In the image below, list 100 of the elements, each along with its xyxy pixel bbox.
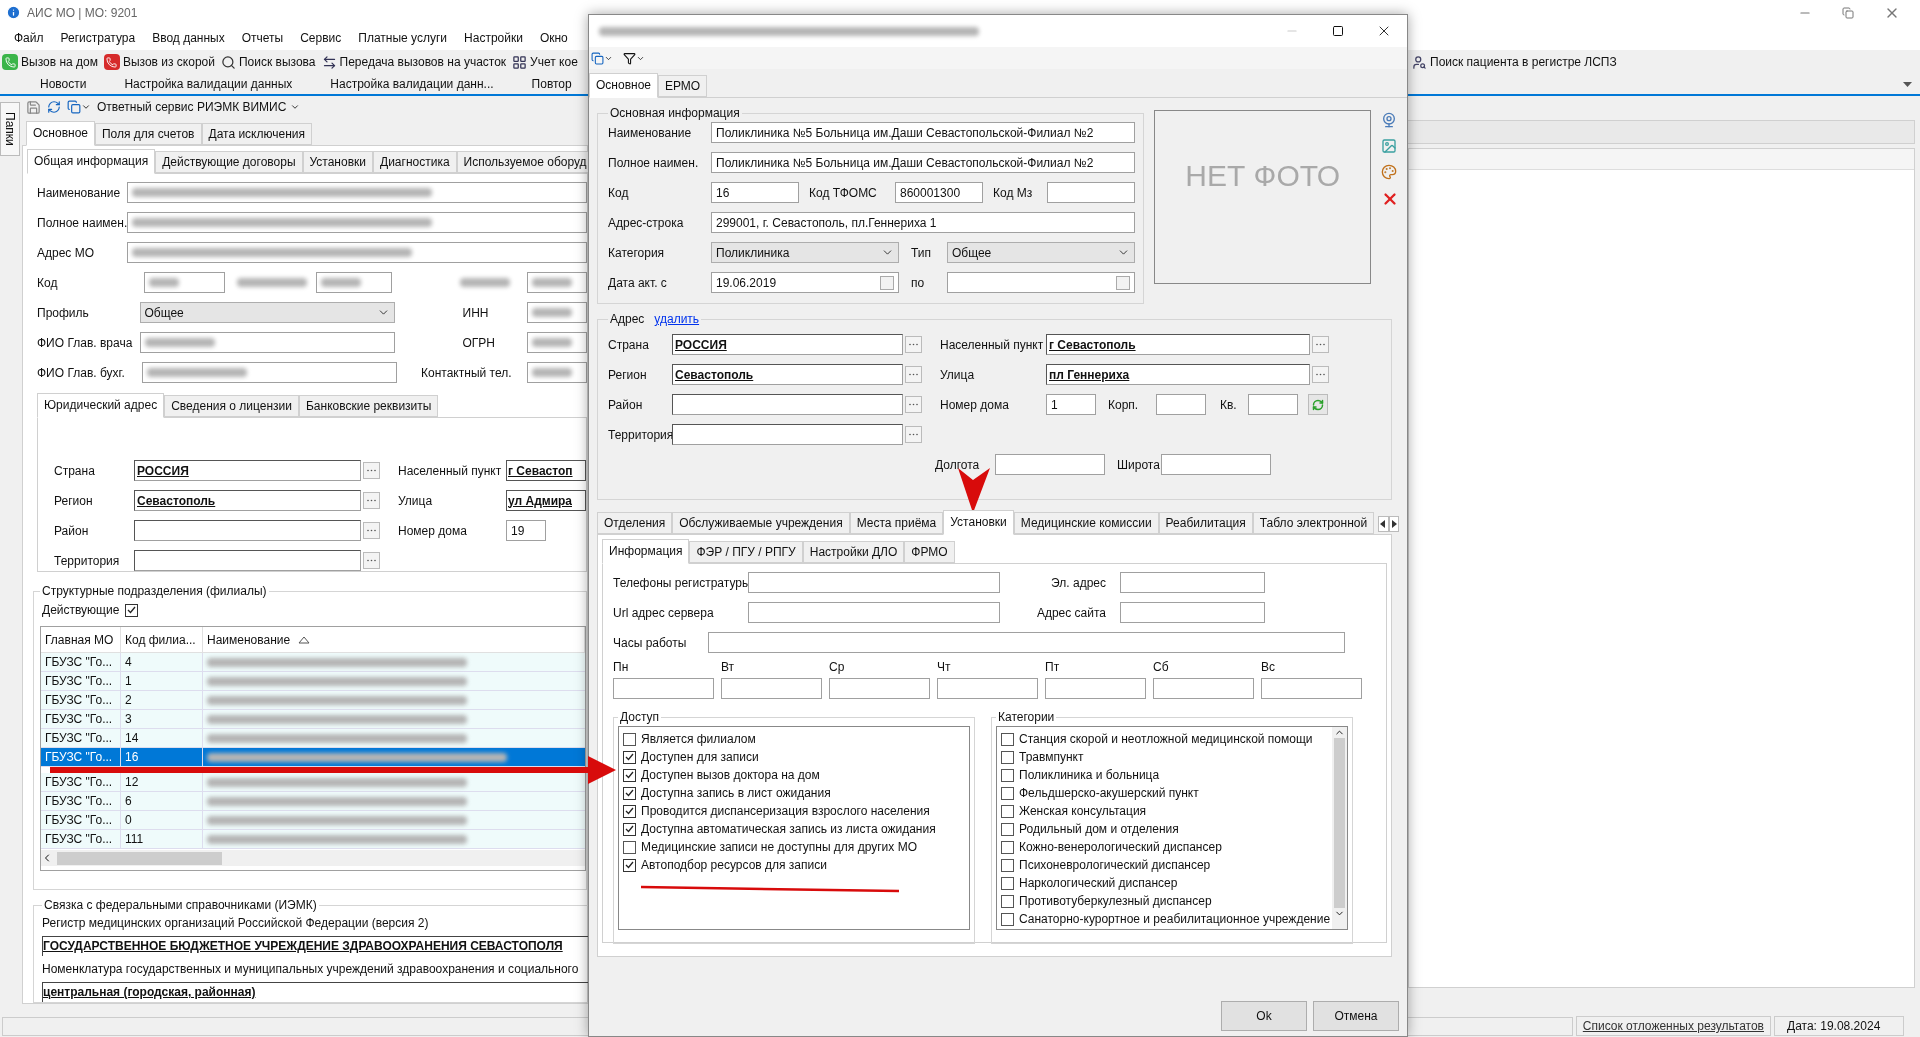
refresh-button[interactable]	[1308, 394, 1328, 415]
table-cell[interactable]: 14	[121, 729, 203, 748]
checkbox[interactable]	[1001, 768, 1014, 782]
input-field[interactable]: Поликлиника №5 Больница им.Даши Севастопольской-Филиал №2	[711, 152, 1135, 173]
save-icon[interactable]	[26, 99, 41, 115]
browse-button[interactable]	[905, 366, 922, 383]
table-cell[interactable]	[203, 672, 585, 691]
delete-link[interactable]: удалить	[654, 310, 700, 328]
delete-icon[interactable]	[1381, 190, 1399, 208]
tab[interactable]: ЕРМО	[658, 75, 708, 97]
input-field[interactable]	[527, 332, 587, 353]
checkbox[interactable]	[623, 840, 636, 854]
lookup-field[interactable]: пл Геннериха	[1046, 364, 1310, 385]
browse-button[interactable]	[905, 336, 922, 353]
tab[interactable]: Обслуживаемые учреждения	[672, 512, 850, 534]
table-cell[interactable]: 6	[121, 792, 203, 811]
checkbox[interactable]	[1001, 750, 1014, 764]
toolbar-button[interactable]: Учет кое	[512, 53, 578, 71]
table-cell[interactable]: ГБУЗС "Го...	[41, 729, 121, 748]
lookup-field[interactable]	[672, 394, 903, 415]
checkbox[interactable]	[1001, 876, 1014, 890]
maximize-icon[interactable]	[1332, 25, 1344, 37]
scroll-right-button[interactable]	[1388, 516, 1399, 532]
input-field[interactable]	[748, 602, 1000, 623]
table-cell[interactable]	[203, 710, 585, 729]
tab[interactable]: Отделения	[597, 512, 673, 534]
menu-item[interactable]: Сервис	[300, 28, 342, 47]
filter-icon[interactable]	[623, 51, 645, 65]
table-cell[interactable]: ГБУЗС "Го...	[41, 792, 121, 811]
input-field[interactable]	[708, 632, 1345, 653]
table-cell[interactable]	[203, 830, 585, 849]
document-tab[interactable]: Настройка валидации данных	[124, 75, 293, 93]
document-tab[interactable]: Настройка валидации данн...	[330, 75, 494, 93]
tab[interactable]: Установки	[302, 151, 373, 173]
lookup-field[interactable]: РОССИЯ	[134, 460, 361, 481]
image-icon[interactable]	[1381, 138, 1397, 154]
input-field[interactable]	[527, 302, 587, 323]
tab[interactable]: Установки	[943, 510, 1014, 535]
checkbox[interactable]	[623, 732, 636, 746]
export-icon[interactable]	[67, 100, 91, 114]
tab[interactable]: ФРМО	[904, 541, 955, 563]
browse-button[interactable]	[363, 462, 380, 479]
lookup-field[interactable]	[134, 550, 361, 571]
input-field[interactable]	[127, 242, 587, 263]
input-field[interactable]: 19	[506, 520, 546, 541]
tab[interactable]: Места приёма	[849, 512, 944, 534]
browse-button[interactable]	[363, 522, 380, 539]
tab[interactable]: Основное	[26, 121, 95, 146]
input-field[interactable]	[139, 332, 395, 353]
input-field[interactable]	[1248, 394, 1298, 415]
input-field[interactable]: 19.06.2019	[711, 272, 899, 293]
input-field[interactable]	[527, 272, 587, 293]
table-cell[interactable]	[203, 653, 585, 672]
table-cell[interactable]: ГБУЗС "Го...	[41, 811, 121, 830]
table-cell[interactable]: ГБУЗС "Го...	[41, 830, 121, 849]
browse-button[interactable]	[363, 492, 380, 509]
input-field[interactable]: Поликлиника №5 Больница им.Даши Севастопольской-Филиал №2	[711, 122, 1135, 143]
input-field[interactable]	[315, 272, 392, 293]
input-field[interactable]	[613, 678, 714, 699]
table-cell[interactable]	[203, 811, 585, 830]
dropdown[interactable]: Общее	[947, 242, 1135, 263]
input-field[interactable]	[748, 572, 1000, 593]
table-cell[interactable]	[203, 748, 585, 767]
column-header[interactable]: Наименование	[203, 627, 585, 652]
tab[interactable]: Сведения о лицензии	[164, 395, 299, 417]
table-cell[interactable]: 111	[121, 830, 203, 849]
checkbox[interactable]	[125, 603, 139, 617]
checkbox[interactable]	[623, 858, 636, 872]
table-cell[interactable]	[203, 691, 585, 710]
tab[interactable]: Медицинские комиссии	[1013, 512, 1159, 534]
tab[interactable]: Настройки ДЛО	[802, 541, 905, 563]
input-field[interactable]	[1045, 678, 1146, 699]
input-field[interactable]: 860001300	[895, 182, 983, 203]
column-header[interactable]: Код филиа...	[121, 627, 203, 652]
menu-item[interactable]: Ввод данных	[152, 28, 225, 47]
menu-item[interactable]: Отчеты	[241, 28, 284, 47]
lookup-field[interactable]: г Севастополь	[1046, 334, 1310, 355]
dropdown[interactable]: Общее	[139, 302, 395, 323]
input-field[interactable]: 16	[711, 182, 799, 203]
table-cell[interactable]: 3	[121, 710, 203, 729]
input-field[interactable]	[721, 678, 822, 699]
input-field[interactable]	[995, 454, 1105, 475]
tab[interactable]: ФЭР / ПГУ / РПГУ	[689, 541, 803, 563]
table-cell[interactable]: ГБУЗС "Го...	[41, 710, 121, 729]
table-cell[interactable]: 4	[121, 653, 203, 672]
tab[interactable]: Общая информация	[27, 149, 156, 174]
toolbar-button[interactable]: Передача вызовов на участок	[321, 53, 507, 71]
tab[interactable]: Табло электронной	[1252, 512, 1375, 534]
input-field[interactable]	[1156, 394, 1206, 415]
table-cell[interactable]: ГБУЗС "Го...	[41, 653, 121, 672]
table-cell[interactable]	[203, 792, 585, 811]
input-field[interactable]	[527, 362, 587, 383]
input-field[interactable]	[1120, 602, 1265, 623]
checkbox[interactable]	[623, 804, 636, 818]
checkbox[interactable]	[623, 768, 636, 782]
menu-item[interactable]: Окно	[539, 28, 568, 47]
tab[interactable]: Поля для счетов	[95, 123, 202, 145]
table-cell[interactable]: 2	[121, 691, 203, 710]
dialog-button[interactable]: Ok	[1221, 1001, 1307, 1031]
browse-button[interactable]	[1312, 336, 1329, 353]
